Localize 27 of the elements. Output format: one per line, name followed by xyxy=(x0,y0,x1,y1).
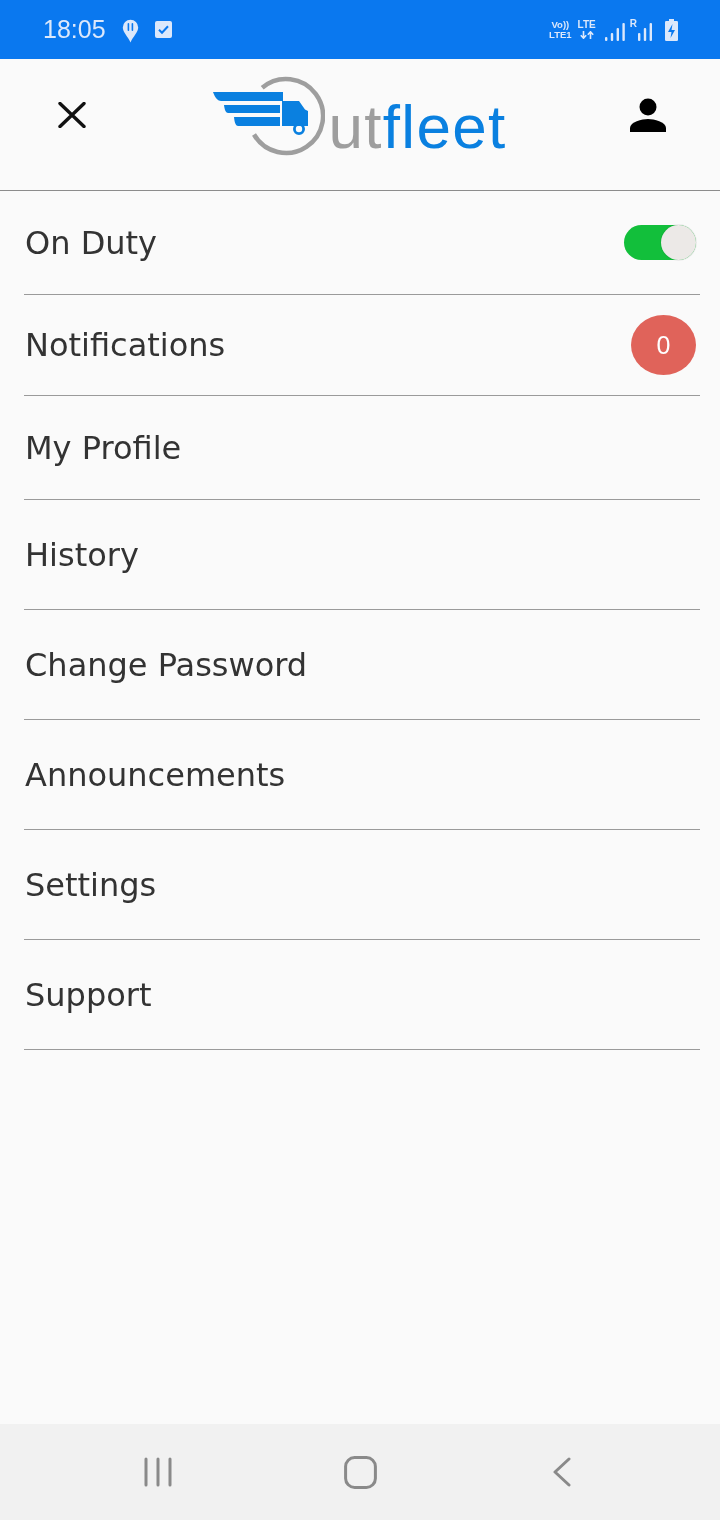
winged-truck-logo-icon xyxy=(213,74,326,157)
data-arrows-icon xyxy=(579,31,594,39)
battery-charging-icon xyxy=(665,18,678,41)
menu-item[interactable]: Settings xyxy=(25,865,157,904)
close-icon[interactable] xyxy=(58,101,86,128)
recent-apps-icon[interactable] xyxy=(144,1457,172,1487)
menu-item[interactable]: Change Password xyxy=(25,645,308,684)
location-pin-icon xyxy=(121,18,139,43)
logo-wordmark: utfleet xyxy=(328,95,507,158)
status-time: 18:05 xyxy=(43,15,106,44)
menu-item[interactable]: My Profile xyxy=(25,428,182,467)
menu-item[interactable]: Announcements xyxy=(25,755,286,794)
volte-indicator: Vo)) LTE1 xyxy=(549,19,572,40)
signal-icon xyxy=(604,22,625,41)
menu-item[interactable]: Support xyxy=(25,975,152,1014)
roaming-label: R xyxy=(629,18,637,29)
menu-item[interactable]: Notifications xyxy=(25,326,226,364)
menu-item[interactable]: History xyxy=(25,535,139,574)
profile-icon[interactable] xyxy=(630,97,666,132)
back-icon[interactable] xyxy=(553,1457,571,1487)
home-icon[interactable] xyxy=(343,1455,377,1489)
notification-count-badge: 0 xyxy=(631,315,696,375)
toggle-switch[interactable] xyxy=(624,225,696,260)
signal-icon xyxy=(638,22,652,41)
menu-item[interactable]: On Duty xyxy=(25,223,158,262)
checkbox-icon xyxy=(154,21,172,38)
network-type-label: LTE xyxy=(577,20,596,30)
